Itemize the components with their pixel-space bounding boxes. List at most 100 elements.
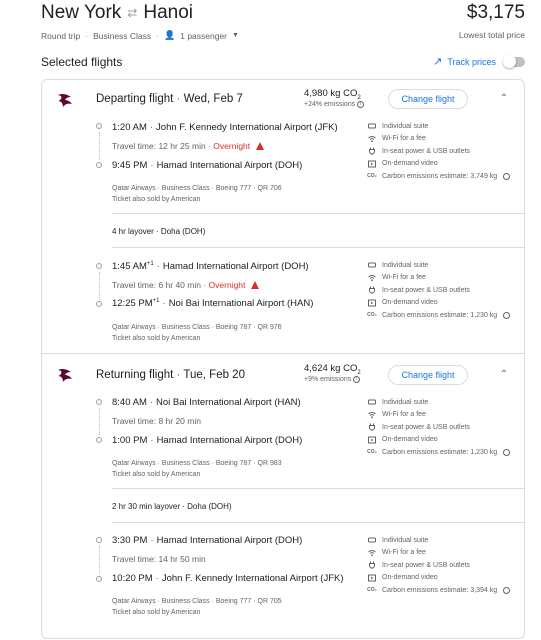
change-flight-button[interactable]: Change flight [388, 365, 468, 385]
chevron-up-icon[interactable]: ⌃ [498, 369, 510, 381]
amenities-list: Individual suite Wi-Fi for a fee In-seat… [367, 534, 511, 597]
departure-time: 1:45 AM [112, 261, 147, 273]
suite-icon [368, 536, 376, 544]
track-prices-toggle[interactable] [503, 54, 525, 68]
amenity-item: On-demand video [368, 434, 510, 447]
timeline-line [98, 546, 100, 574]
warning-icon [250, 281, 259, 289]
arrival-time: 1:00 PM [112, 435, 148, 446]
power-plug-icon [368, 561, 376, 570]
power-plug-icon [368, 423, 376, 432]
timeline-line [98, 132, 100, 160]
amenity-item: In-seat power & USB outlets [368, 145, 510, 158]
sold-by-note: Ticket also sold by American [112, 196, 201, 203]
arrival-time: 9:45 PM [112, 160, 148, 171]
amenity-item: CO₂ Carbon emissions estimate: 1,230 kg [367, 446, 511, 459]
departure-time: 1:20 AM [112, 122, 147, 133]
passengers-dropdown[interactable]: 1 passenger [180, 31, 227, 41]
amenity-item: In-seat power & USB outlets [368, 421, 510, 434]
overnight-label: Overnight [208, 280, 246, 290]
info-icon[interactable]: i [357, 101, 365, 108]
video-icon [368, 436, 376, 444]
qatar-airways-logo [56, 91, 74, 109]
plus-day: +1 [152, 298, 160, 304]
departure-airport: John F. Kennedy International Airport (J… [156, 122, 338, 133]
arrival-row: 1:00 PM · Hamad International Airport (DOH… [112, 435, 303, 446]
flight-details: Qatar Airways · Business Class · Boeing … [112, 322, 282, 344]
qatar-airways-logo [56, 366, 74, 384]
sold-by-note: Ticket also sold by American [112, 335, 201, 342]
wifi-icon [368, 549, 376, 557]
arrival-time: 10:20 PM [112, 573, 153, 584]
overnight-label: Overnight [213, 141, 251, 151]
divider [112, 213, 524, 214]
total-price: $3,175 [466, 2, 525, 23]
arrival-time: 12:25 PM [112, 298, 153, 310]
departing-section: Departing flight · Wed, Feb 7 4,980 kg C… [42, 80, 524, 353]
amenity-item: Wi-Fi for a fee [368, 272, 510, 285]
departing-flight-heading: Departing flight · Wed, Feb 7 [96, 93, 243, 105]
departure-row: 3:30 PM · Hamad International Airport (DOH… [112, 535, 303, 546]
timeline-line [98, 272, 100, 300]
caret-down-icon[interactable]: ▼ [232, 32, 239, 39]
amenity-item: Wi-Fi for a fee [368, 547, 510, 560]
departure-row: 8:40 AM · Noi Bai International Airport (H… [112, 397, 301, 408]
power-plug-icon [368, 286, 376, 295]
info-icon[interactable] [503, 448, 511, 456]
amenity-item: Individual suite [368, 120, 510, 133]
returning-flight-heading: Returning flight · Tue, Feb 20 [96, 369, 245, 381]
amenity-item: Individual suite [368, 534, 510, 547]
track-prices[interactable]: ↗ Track prices [433, 54, 525, 68]
flight-details: Qatar Airways · Business Class · Boeing … [112, 183, 282, 205]
trip-header: New York ⇄ Hanoi $3,175 Round trip · Bus… [41, 0, 525, 48]
flight-direction: Returning flight [96, 369, 174, 381]
returning-section: Returning flight · Tue, Feb 20 4,624 kg … [42, 354, 524, 640]
flight-details: Qatar Airways · Business Class · Boeing … [112, 596, 282, 618]
co2-icon: CO₂ [367, 312, 377, 319]
timeline-start-dot [96, 123, 102, 129]
selected-flights-title: Selected flights [41, 55, 123, 69]
origin-city: New York [41, 2, 122, 23]
travel-time: Travel time: 14 hr 50 min [112, 554, 206, 564]
departure-row: 1:45 AM+1 · Hamad International Airport (D… [112, 261, 309, 273]
co2-icon: CO₂ [367, 449, 377, 456]
info-icon[interactable]: i [353, 376, 361, 383]
co2-icon: CO₂ [367, 173, 377, 180]
departure-time: 8:40 AM [112, 397, 147, 408]
route-title: New York ⇄ Hanoi [41, 2, 193, 24]
separator-dot: · [85, 30, 89, 41]
departure-time: 3:30 PM [112, 535, 148, 546]
video-icon [368, 574, 376, 582]
suite-icon [368, 398, 376, 406]
arrival-airport: Hamad International Airport (DOH) [156, 435, 303, 446]
arrival-airport: Noi Bai International Airport (HAN) [168, 298, 314, 310]
change-flight-button[interactable]: Change flight [388, 89, 468, 109]
separator-dot: · [176, 93, 184, 105]
flight-details: Qatar Airways · Business Class · Boeing … [112, 458, 282, 480]
co2-note-text: +24% emissions [304, 101, 356, 108]
info-icon[interactable] [503, 586, 511, 594]
sold-by-note: Ticket also sold by American [112, 609, 201, 616]
travel-time-row: Travel time: 6 hr 40 min · Overnight [112, 280, 259, 290]
airline-details: Qatar Airways · Business Class · Boeing … [112, 598, 282, 605]
arrival-airport: Hamad International Airport (DOH) [156, 160, 303, 171]
departure-row: 1:20 AM · John F. Kennedy International Ai… [112, 122, 338, 133]
flight-date: Tue, Feb 20 [183, 369, 245, 381]
co2-estimate: 4,624 kg CO2 [304, 363, 361, 376]
airline-details: Qatar Airways · Business Class · Boeing … [112, 324, 282, 331]
amenity-item: In-seat power & USB outlets [368, 284, 510, 297]
chevron-up-icon[interactable]: ⌃ [498, 93, 510, 105]
flight-date: Wed, Feb 7 [183, 93, 243, 105]
amenity-item: Individual suite [368, 259, 510, 272]
info-icon[interactable] [503, 311, 511, 319]
amenity-item: On-demand video [368, 158, 510, 171]
co2-note-text: +9% emissions [304, 376, 352, 383]
amenities-list: Individual suite Wi-Fi for a fee In-seat… [367, 259, 511, 322]
travel-time-row: Travel time: 12 hr 25 min · Overnight [112, 141, 264, 151]
arrival-airport: John F. Kennedy International Airport (J… [161, 573, 344, 584]
trip-type: Round trip [41, 30, 81, 41]
info-icon[interactable] [503, 172, 511, 180]
amenity-item: CO₂ Carbon emissions estimate: 1,230 kg [367, 309, 511, 322]
video-icon [368, 160, 376, 168]
airline-details: Qatar Airways · Business Class · Boeing … [112, 460, 282, 467]
